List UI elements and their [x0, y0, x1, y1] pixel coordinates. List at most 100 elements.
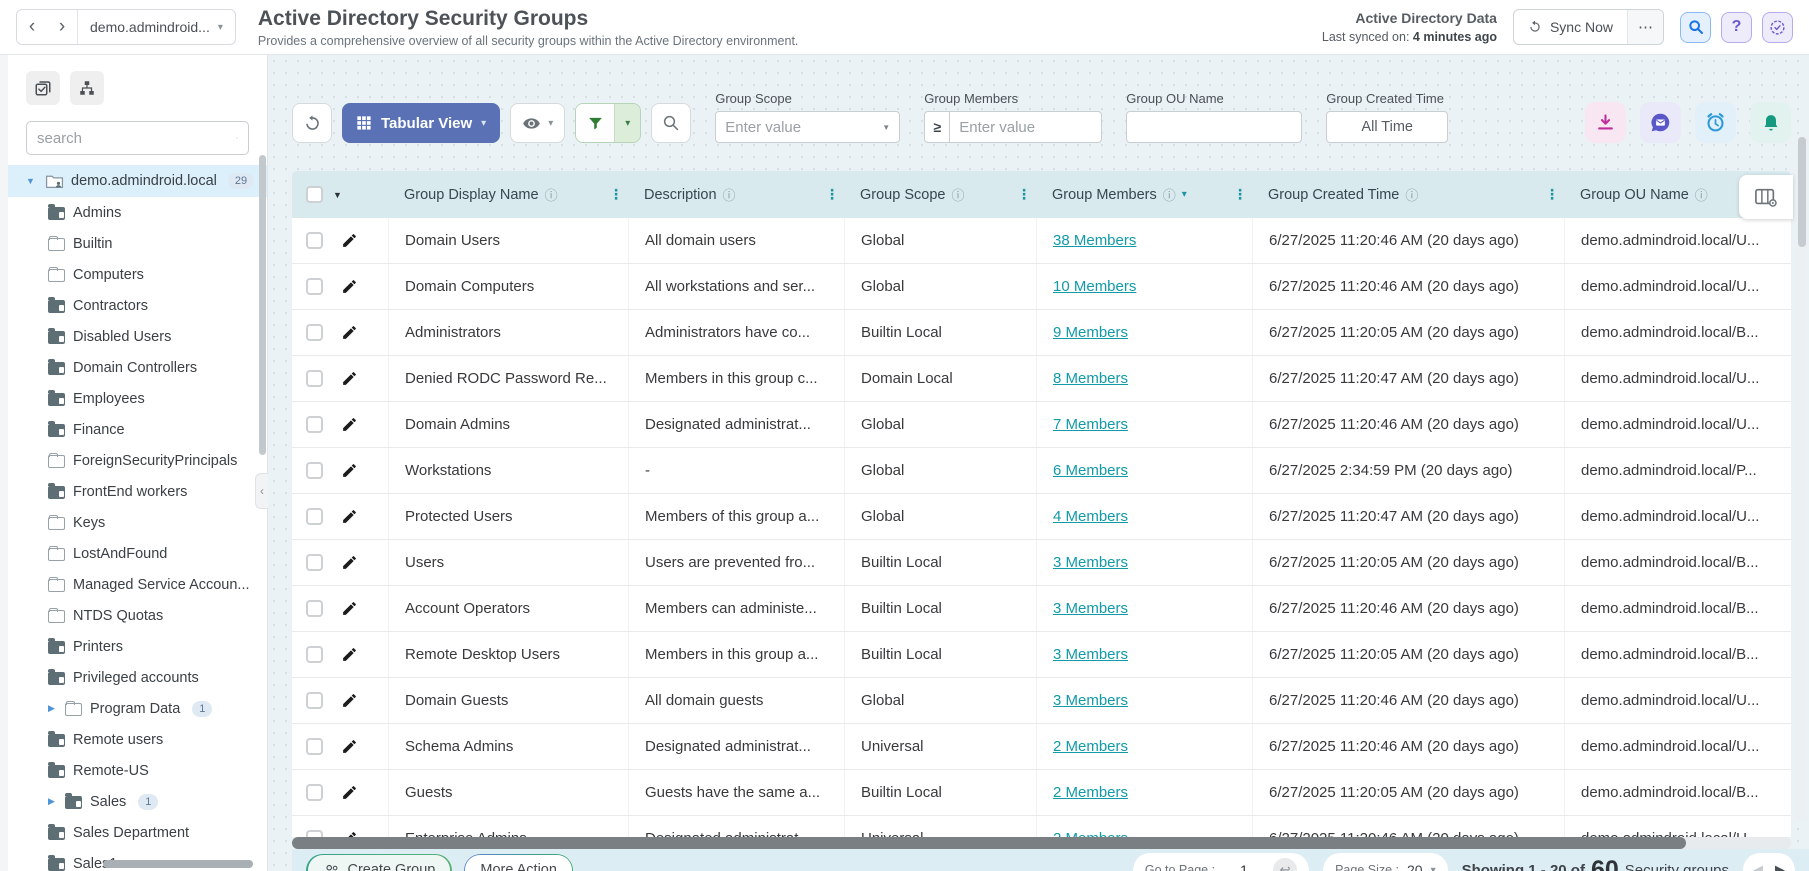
tree-collapsed-icon[interactable]: ▶ [48, 796, 59, 807]
table-search-button[interactable] [651, 103, 692, 143]
alerts-button[interactable] [1750, 102, 1791, 143]
tree-collapsed-icon[interactable]: ▶ [48, 703, 59, 714]
row-checkbox[interactable] [306, 554, 323, 571]
tree-item[interactable]: ▶ Sales 1 [8, 786, 267, 817]
global-search-button[interactable] [1680, 11, 1711, 43]
row-checkbox[interactable] [306, 830, 323, 837]
edit-pencil-icon[interactable] [341, 600, 358, 617]
table-horizontal-scrollbar[interactable] [292, 837, 1791, 849]
tree-item[interactable]: Disabled Users [8, 321, 267, 352]
help-button[interactable]: ? [1721, 11, 1752, 43]
tree-item[interactable]: Sales Department [8, 817, 267, 848]
column-visibility-button[interactable]: ▾ [510, 103, 566, 143]
edit-pencil-icon[interactable] [341, 554, 358, 571]
tree-item[interactable]: Contractors [8, 290, 267, 321]
edit-pencil-icon[interactable] [341, 738, 358, 755]
scrollbar-thumb[interactable] [1798, 137, 1806, 247]
edit-pencil-icon[interactable] [341, 324, 358, 341]
header-group-created-time[interactable]: Group Created Time ⓘ ⋮ [1252, 171, 1564, 218]
export-button[interactable] [1585, 102, 1626, 143]
sidebar-search-input[interactable] [37, 129, 236, 147]
row-checkbox[interactable] [306, 738, 323, 755]
info-icon[interactable]: ⓘ [1405, 185, 1418, 204]
sidebar-horizontal-scrollbar[interactable] [103, 860, 253, 868]
column-menu-icon[interactable]: ⋮ [1017, 186, 1031, 203]
tree-item[interactable]: Managed Service Accoun... [8, 569, 267, 600]
create-group-button[interactable]: Create Group [307, 855, 451, 871]
info-icon[interactable]: ⓘ [1163, 185, 1176, 204]
info-icon[interactable]: ⓘ [951, 185, 964, 204]
filter-funnel-segment[interactable] [576, 104, 615, 142]
tree-item[interactable]: Finance [8, 414, 267, 445]
column-settings-button[interactable] [1739, 175, 1793, 219]
page-size-pill[interactable]: Page Size : 20 ▾ [1323, 853, 1448, 871]
edit-pencil-icon[interactable] [341, 462, 358, 479]
greater-equal-operator[interactable]: ≥ [924, 111, 951, 143]
schedule-button[interactable] [1695, 102, 1736, 143]
tree-item[interactable]: Remote-US [8, 755, 267, 786]
info-icon[interactable]: ⓘ [1695, 185, 1708, 204]
row-checkbox[interactable] [306, 462, 323, 479]
sidebar-vertical-scrollbar[interactable] [259, 155, 266, 455]
members-link[interactable]: 4 Members [1053, 508, 1128, 525]
goto-page-submit-button[interactable]: ↩ [1273, 858, 1298, 871]
members-link[interactable]: 2 Members [1053, 738, 1128, 755]
filter-members-input[interactable] [949, 111, 1103, 143]
members-link[interactable]: 3 Members [1053, 692, 1128, 709]
tree-item[interactable]: Employees [8, 383, 267, 414]
row-checkbox[interactable] [306, 370, 323, 387]
next-page-button[interactable]: ▶ [1775, 862, 1785, 871]
members-link[interactable]: 38 Members [1053, 232, 1136, 249]
edit-pencil-icon[interactable] [341, 784, 358, 801]
tree-item[interactable]: Keys [8, 507, 267, 538]
row-checkbox[interactable] [306, 692, 323, 709]
members-link[interactable]: 10 Members [1053, 278, 1136, 295]
scrollbar-thumb[interactable] [292, 837, 1687, 849]
multi-select-button[interactable] [26, 71, 60, 105]
hierarchy-view-button[interactable] [70, 71, 104, 105]
domain-selector[interactable]: demo.admindroid... ▾ [78, 19, 235, 35]
members-link[interactable]: 3 Members [1053, 554, 1128, 571]
header-group-scope[interactable]: Group Scope ⓘ ⋮ [844, 171, 1036, 218]
view-mode-button[interactable]: Tabular View ▾ [342, 103, 501, 143]
info-icon[interactable]: ⓘ [723, 185, 736, 204]
members-link[interactable]: 6 Members [1053, 462, 1128, 479]
tree-expanded-icon[interactable]: ▼ [26, 176, 38, 186]
edit-pencil-icon[interactable] [341, 232, 358, 249]
tree-item[interactable]: Domain Controllers [8, 352, 267, 383]
tree-item[interactable]: Admins [8, 197, 267, 228]
goto-page-input[interactable] [1223, 861, 1266, 871]
select-menu-caret-icon[interactable]: ▼ [333, 190, 342, 200]
sync-now-button[interactable]: Sync Now [1514, 10, 1627, 44]
back-button[interactable]: ‹ [17, 10, 47, 44]
column-menu-icon[interactable]: ⋮ [1233, 186, 1247, 203]
edit-pencil-icon[interactable] [341, 370, 358, 387]
tree-item[interactable]: Remote users [8, 724, 267, 755]
members-link[interactable]: 7 Members [1053, 416, 1128, 433]
members-link[interactable]: 2 Members [1053, 830, 1128, 837]
column-menu-icon[interactable]: ⋮ [609, 186, 623, 203]
sync-more-options-button[interactable]: ⋯ [1627, 10, 1663, 44]
select-all-checkbox[interactable] [306, 186, 323, 203]
members-link[interactable]: 9 Members [1053, 324, 1128, 341]
row-checkbox[interactable] [306, 600, 323, 617]
row-checkbox[interactable] [306, 278, 323, 295]
info-icon[interactable]: ⓘ [545, 185, 558, 204]
tree-item[interactable]: ForeignSecurityPrincipals [8, 445, 267, 476]
row-checkbox[interactable] [306, 416, 323, 433]
tree-item[interactable]: FrontEnd workers [8, 476, 267, 507]
row-checkbox[interactable] [306, 508, 323, 525]
members-link[interactable]: 2 Members [1053, 784, 1128, 801]
tree-item[interactable]: Printers [8, 631, 267, 662]
more-action-button[interactable]: More Action [465, 855, 572, 871]
sort-desc-icon[interactable]: ▾ [1182, 189, 1187, 200]
members-link[interactable]: 8 Members [1053, 370, 1128, 387]
task-history-button[interactable] [1762, 11, 1793, 43]
edit-pencil-icon[interactable] [341, 278, 358, 295]
email-report-button[interactable] [1640, 102, 1681, 143]
column-menu-icon[interactable]: ⋮ [825, 186, 839, 203]
members-link[interactable]: 3 Members [1053, 646, 1128, 663]
row-checkbox[interactable] [306, 232, 323, 249]
tree-item[interactable]: Computers [8, 259, 267, 290]
header-group-members[interactable]: Group Members ⓘ ▾ ⋮ [1036, 171, 1252, 218]
